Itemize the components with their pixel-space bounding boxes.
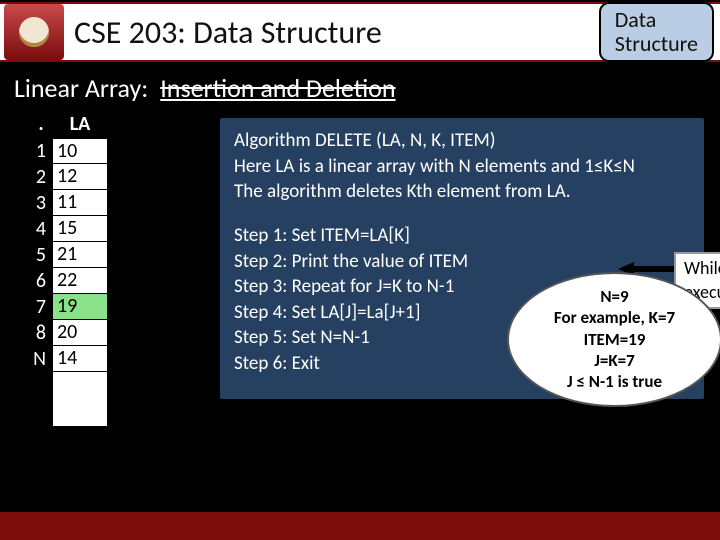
example-line: J=K=7 (594, 350, 634, 371)
algorithm-panel: Algorithm DELETE (LA, N, K, ITEM) Here L… (220, 118, 704, 399)
title-bar: CSE 203: Data Structure Data Structure (0, 2, 720, 62)
array-cell: 21 (52, 242, 108, 268)
array-cell: 15 (52, 216, 108, 242)
section-heading: Linear Array: Insertion and Deletion (14, 72, 396, 104)
algo-intro-line: Algorithm DELETE (LA, N, K, ITEM) (234, 128, 690, 154)
algo-step: Step 1: Set ITEM=LA[K] (234, 223, 690, 249)
array-cell: 12 (52, 164, 108, 190)
linear-array-table: . LA 1 10 2 12 3 11 4 15 5 21 6 22 7 19 … (30, 112, 108, 427)
section-label: Linear Array: (14, 72, 148, 104)
footer-bar (0, 512, 720, 540)
array-cell: 14 (52, 346, 108, 372)
array-index: N (30, 346, 52, 372)
array-cell: 11 (52, 190, 108, 216)
badge-line: Data (615, 8, 698, 32)
algo-intro-line: Here LA is a linear array with N element… (234, 154, 690, 180)
array-cell: 22 (52, 268, 108, 294)
array-cell-highlight: 19 (52, 294, 108, 320)
topic-badge: Data Structure (599, 2, 714, 62)
example-line: ITEM=19 (584, 329, 646, 350)
array-index: 2 (30, 164, 52, 190)
example-callout: N=9 For example, K=7 ITEM=19 J=K=7 J ≤ N… (507, 272, 720, 407)
array-index: 7 (30, 294, 52, 320)
section-topic: Insertion and Deletion (160, 72, 395, 104)
algo-intro-line: The algorithm deletes Kth element from L… (234, 179, 690, 205)
array-pad (30, 372, 52, 427)
array-index: 8 (30, 320, 52, 346)
array-col-dot: . (30, 112, 52, 138)
uni-logo-icon (4, 4, 64, 60)
array-index: 1 (30, 138, 52, 164)
example-line: For example, K=7 (554, 307, 675, 328)
example-line: N=9 (600, 286, 628, 307)
array-index: 4 (30, 216, 52, 242)
array-cell: 10 (52, 138, 108, 164)
example-line: J ≤ N-1 is true (567, 371, 662, 392)
array-col-la: LA (52, 112, 108, 138)
badge-line: Structure (615, 32, 698, 56)
array-cell: 20 (52, 320, 108, 346)
course-title: CSE 203: Data Structure (74, 13, 382, 52)
array-index: 5 (30, 242, 52, 268)
array-empty-cell (52, 372, 108, 427)
array-index: 6 (30, 268, 52, 294)
array-index: 3 (30, 190, 52, 216)
